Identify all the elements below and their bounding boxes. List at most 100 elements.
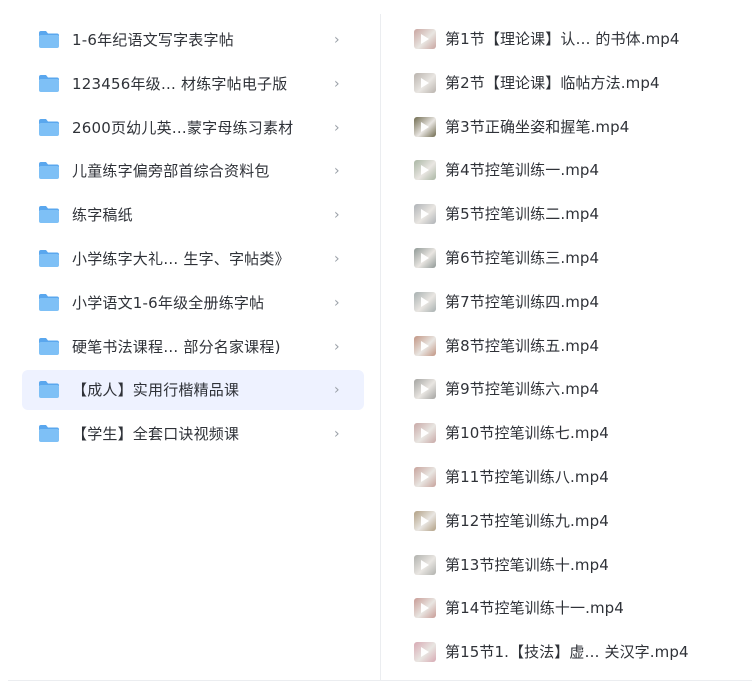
folder-icon [38, 380, 60, 399]
folder-label: 【成人】实用行楷精品课 [72, 381, 240, 400]
play-icon [421, 384, 429, 395]
folder-item[interactable]: 练字稿纸 › [22, 195, 364, 235]
chevron-right-icon: › [334, 251, 340, 267]
folder-label: 2600页幼儿英…蒙字母练习素材 [72, 118, 294, 137]
file-name: 第9节控笔训练六.mp4 [445, 380, 600, 399]
folder-item[interactable]: 【成人】实用行楷精品课 › [22, 370, 364, 411]
video-thumbnail-icon [414, 379, 436, 400]
folder-item[interactable]: 123456年级… 材练字帖电子版 › [22, 64, 364, 104]
file-name: 第7节控笔训练四.mp4 [445, 292, 600, 311]
video-file-item[interactable]: 第3节正确坐姿和握笔.mp4 [410, 109, 740, 145]
file-name: 第5节控笔训练二.mp4 [445, 205, 600, 224]
play-icon [421, 77, 429, 88]
play-icon [421, 603, 429, 614]
folder-icon [38, 205, 60, 224]
video-file-item[interactable]: 第1节【理论课】认… 的书体.mp4 [410, 21, 740, 57]
video-file-item[interactable]: 第2节【理论课】临帖方法.mp4 [410, 65, 740, 101]
video-thumbnail-icon [414, 248, 436, 268]
video-file-item[interactable]: 第15节1.【技法】虚… 关汉字.mp4 [410, 634, 740, 670]
video-thumbnail-icon [414, 335, 436, 356]
video-thumbnail-icon [414, 204, 436, 225]
folder-icon [38, 249, 60, 268]
play-icon [421, 340, 429, 351]
folder-icon [38, 161, 60, 180]
video-file-item[interactable]: 第7节控笔训练四.mp4 [410, 284, 740, 320]
play-icon [421, 647, 429, 658]
video-thumbnail-icon [414, 510, 436, 531]
play-icon [421, 515, 429, 526]
folder-label: 硬笔书法课程… 部分名家课程) [72, 337, 281, 356]
folder-label: 123456年级… 材练字帖电子版 [72, 74, 288, 93]
file-name: 第1节【理论课】认… 的书体.mp4 [445, 30, 680, 48]
file-name: 第8节控笔训练五.mp4 [445, 336, 600, 355]
file-name: 第6节控笔训练三.mp4 [445, 249, 600, 267]
chevron-right-icon: › [334, 163, 340, 180]
file-list-pane: 第1节【理论课】认… 的书体.mp4 第2节【理论课】临帖方法.mp4 第3节正确坐… [390, 0, 752, 680]
chevron-right-icon: › [334, 32, 340, 48]
folder-icon [38, 337, 60, 356]
folder-icon [38, 30, 60, 49]
video-file-item[interactable]: 第13节控笔训练十.mp4 [410, 547, 740, 583]
video-file-item[interactable]: 第8节控笔训练五.mp4 [410, 328, 740, 364]
play-icon [421, 34, 429, 44]
play-icon [421, 165, 429, 176]
play-icon [421, 428, 429, 439]
video-thumbnail-icon [414, 598, 436, 619]
play-icon [421, 296, 429, 307]
folder-icon [38, 424, 60, 443]
video-thumbnail-icon [414, 116, 436, 137]
file-name: 第13节控笔训练十.mp4 [445, 555, 609, 574]
video-thumbnail-icon [414, 291, 436, 312]
video-file-item[interactable]: 第4节控笔训练一.mp4 [410, 152, 740, 188]
chevron-right-icon: › [334, 426, 340, 443]
chevron-right-icon: › [334, 75, 340, 92]
video-thumbnail-icon [414, 160, 436, 181]
folder-item[interactable]: 小学语文1-6年级全册练字帖 › [22, 283, 364, 323]
folder-icon [38, 118, 60, 137]
video-file-item[interactable]: 第5节控笔训练二.mp4 [410, 196, 740, 232]
play-icon [421, 472, 429, 482]
video-file-item[interactable]: 第12节控笔训练九.mp4 [410, 503, 740, 539]
video-thumbnail-icon [414, 467, 436, 487]
folder-item[interactable]: 1-6年纪语文写字表字帖 › [22, 20, 364, 60]
chevron-right-icon: › [334, 294, 340, 311]
video-thumbnail-icon [414, 423, 436, 444]
folder-item[interactable]: 小学练字大礼… 生字、字帖类》 › [22, 239, 364, 279]
folder-label: 练字稿纸 [72, 206, 133, 225]
file-name: 第12节控笔训练九.mp4 [445, 511, 609, 530]
chevron-right-icon: › [334, 382, 340, 399]
video-file-item[interactable]: 第9节控笔训练六.mp4 [410, 371, 740, 407]
folder-label: 儿童练字偏旁部首综合资料包 [72, 162, 270, 181]
video-file-item[interactable]: 第10节控笔训练七.mp4 [410, 415, 740, 451]
video-file-item[interactable]: 第11节控笔训练八.mp4 [410, 459, 740, 495]
folder-item[interactable]: 儿童练字偏旁部首综合资料包 › [22, 151, 364, 191]
file-name: 第4节控笔训练一.mp4 [445, 161, 600, 180]
play-icon [421, 559, 429, 570]
file-name: 第15节1.【技法】虚… 关汉字.mp4 [445, 643, 689, 662]
chevron-right-icon: › [334, 338, 340, 355]
bottom-border [8, 680, 752, 681]
folder-label: 1-6年纪语文写字表字帖 [72, 31, 234, 49]
pane-divider[interactable] [380, 14, 381, 680]
video-thumbnail-icon [414, 554, 436, 575]
file-name: 第3节正确坐姿和握笔.mp4 [445, 117, 630, 136]
file-name: 第10节控笔训练七.mp4 [445, 424, 609, 443]
folder-item[interactable]: 2600页幼儿英…蒙字母练习素材 › [22, 108, 364, 148]
video-thumbnail-icon [414, 29, 436, 49]
video-thumbnail-icon [414, 72, 436, 93]
video-file-item[interactable]: 第14节控笔训练十一.mp4 [410, 590, 740, 626]
folder-icon [38, 293, 60, 312]
folder-label: 【学生】全套口诀视频课 [72, 425, 240, 444]
folder-list-pane: 1-6年纪语文写字表字帖 › 123456年级… 材练字帖电子版 › 2600页幼儿英…… [0, 0, 380, 680]
folder-item[interactable]: 【学生】全套口诀视频课 › [22, 414, 364, 454]
folder-item[interactable]: 硬笔书法课程… 部分名家课程) › [22, 327, 364, 367]
chevron-right-icon: › [334, 119, 340, 136]
video-file-item[interactable]: 第6节控笔训练三.mp4 [410, 240, 740, 276]
play-icon [421, 209, 429, 220]
file-name: 第2节【理论课】临帖方法.mp4 [445, 73, 660, 92]
file-name: 第14节控笔训练十一.mp4 [445, 599, 624, 618]
video-thumbnail-icon [414, 642, 436, 663]
file-name: 第11节控笔训练八.mp4 [445, 468, 609, 486]
play-icon [421, 121, 429, 132]
play-icon [421, 253, 429, 263]
